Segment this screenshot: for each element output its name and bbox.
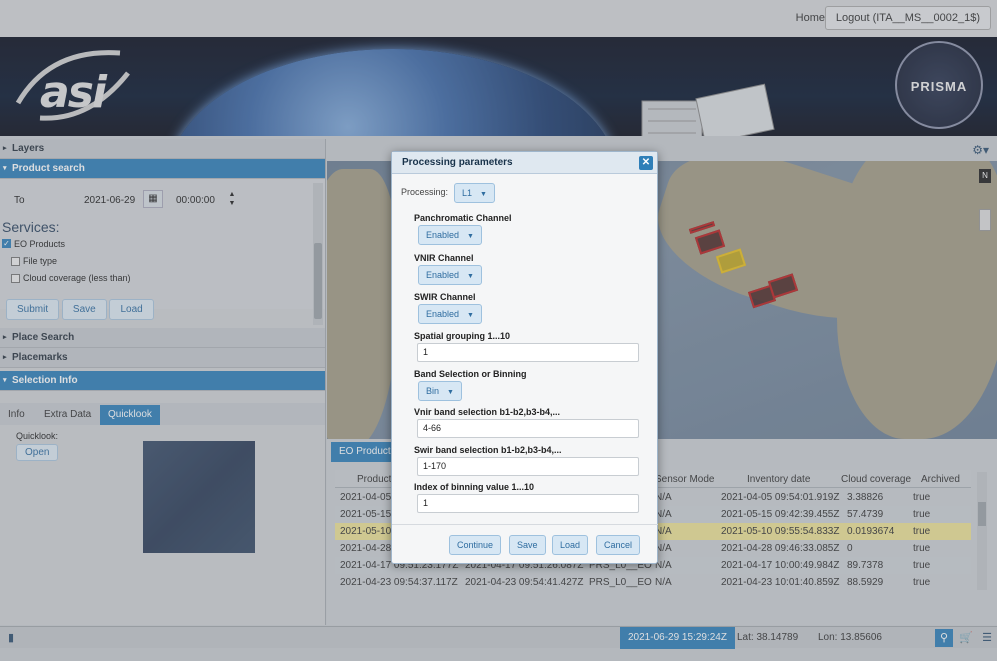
processing-label: Processing: [401,187,449,197]
chevron-down-icon: ▼ [467,312,474,319]
vnir-band-input[interactable]: 4-66 [417,419,639,438]
swir-label: SWIR Channel [414,292,476,302]
swir-band-label: Swir band selection b1-b2,b3-b4,... [414,445,562,455]
dialog-footer: Continue Save Load Cancel [392,524,658,564]
dialog-title: Processing parameters ✕ [392,152,657,174]
band-selection-select[interactable]: Bin ▼ [418,381,462,401]
dialog-body: Processing: L1 ▼ Panchromatic Channel Ena… [392,174,658,524]
processing-parameters-dialog: Processing parameters ✕ Processing: L1 ▼ … [391,151,658,564]
pan-label: Panchromatic Channel [414,213,512,223]
vnir-band-label: Vnir band selection b1-b2,b3-b4,... [414,407,561,417]
chevron-down-icon: ▼ [447,389,454,396]
continue-button[interactable]: Continue [449,535,502,555]
chevron-down-icon: ▼ [467,273,474,280]
chevron-down-icon: ▼ [467,233,474,240]
spatial-grouping-input[interactable]: 1 [417,343,639,362]
close-icon[interactable]: ✕ [639,156,653,170]
save-button[interactable]: Save [509,535,546,555]
processing-select[interactable]: L1 ▼ [454,183,495,203]
band-selection-label: Band Selection or Binning [414,369,527,379]
load-button[interactable]: Load [552,535,589,555]
swir-select[interactable]: Enabled ▼ [418,304,482,324]
chevron-down-icon: ▼ [480,191,487,198]
swir-band-input[interactable]: 1-170 [417,457,639,476]
binning-index-label: Index of binning value 1...10 [414,482,535,492]
pan-select[interactable]: Enabled ▼ [418,225,482,245]
vnir-select[interactable]: Enabled ▼ [418,265,482,285]
vnir-label: VNIR Channel [414,253,474,263]
spatial-grouping-label: Spatial grouping 1...10 [414,331,511,341]
cancel-button[interactable]: Cancel [596,535,641,555]
binning-index-input[interactable]: 1 [417,494,639,513]
